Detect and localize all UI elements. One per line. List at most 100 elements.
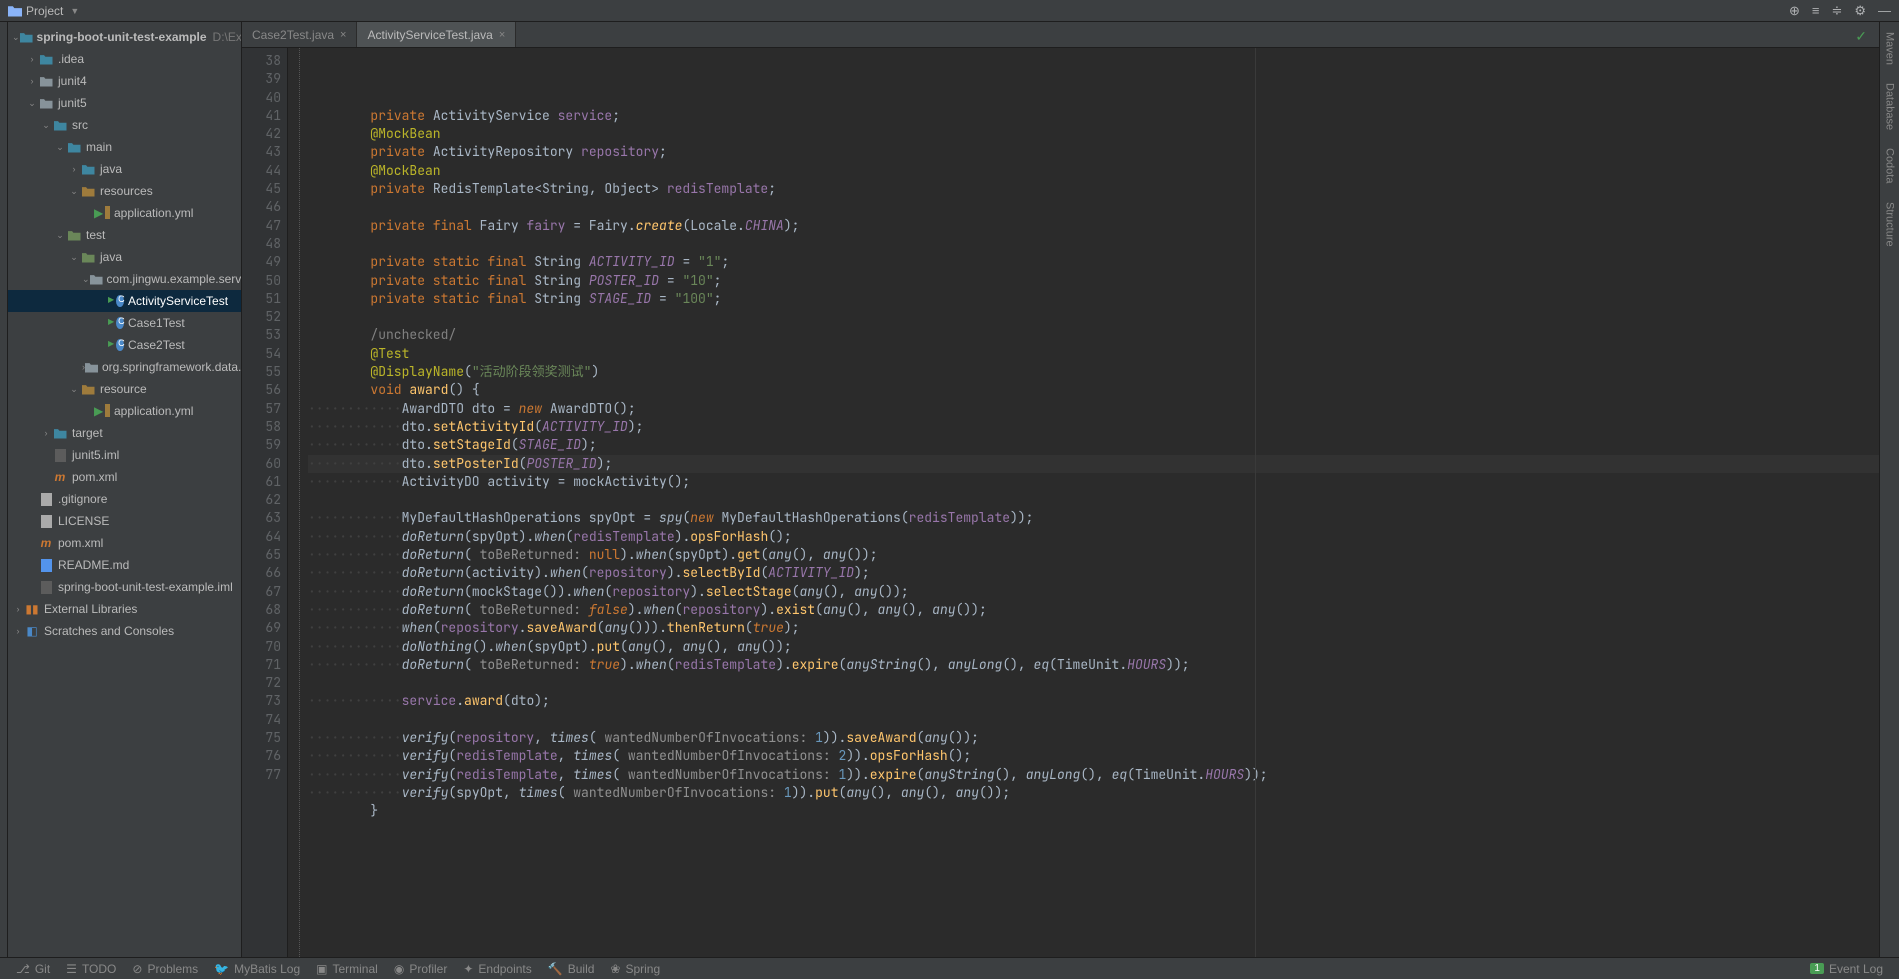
code-line[interactable]: ············dto.setPosterId(POSTER_ID);: [308, 455, 1879, 473]
event-log-button[interactable]: 1 Event Log: [1802, 962, 1891, 976]
code-line[interactable]: @MockBean: [308, 162, 1879, 180]
tree-toggle-icon[interactable]: ⌄: [54, 142, 66, 153]
tree-toggle-icon[interactable]: ›: [40, 428, 52, 438]
code-line[interactable]: private ActivityRepository repository;: [308, 143, 1879, 161]
tree-toggle-icon[interactable]: ⌄: [68, 186, 80, 197]
gear-icon[interactable]: ⚙: [1854, 3, 1866, 19]
tree-item[interactable]: LICENSE: [8, 510, 241, 532]
code-line[interactable]: private static final String ACTIVITY_ID …: [308, 253, 1879, 271]
tree-item[interactable]: junit5.iml: [8, 444, 241, 466]
code-line[interactable]: ············doReturn( toBeReturned: true…: [308, 656, 1879, 674]
inspection-ok-icon[interactable]: ✓: [1855, 22, 1879, 47]
tree-item[interactable]: ▶ActivityServiceTest: [8, 290, 241, 312]
code-line[interactable]: ············doNothing().when(spyOpt).put…: [308, 638, 1879, 656]
code-line[interactable]: ············doReturn( toBeReturned: null…: [308, 546, 1879, 564]
tree-item[interactable]: ⌄java: [8, 246, 241, 268]
code-line[interactable]: ············MyDefaultHashOperations spyO…: [308, 509, 1879, 527]
tree-item[interactable]: ⌄src: [8, 114, 241, 136]
chevron-right-icon[interactable]: ›: [12, 626, 24, 636]
code-line[interactable]: ············verify(redisTemplate, times(…: [308, 766, 1879, 784]
chevron-down-icon[interactable]: ⌄: [12, 32, 20, 43]
tree-item[interactable]: README.md: [8, 554, 241, 576]
code-line[interactable]: ············AwardDTO dto = new AwardDTO(…: [308, 400, 1879, 418]
tree-item[interactable]: ⌄junit5: [8, 92, 241, 114]
editor-tab[interactable]: Case2Test.java×: [242, 22, 357, 47]
code-line[interactable]: ············doReturn(mockStage()).when(r…: [308, 583, 1879, 601]
statusbar-item[interactable]: ✦Endpoints: [455, 962, 539, 976]
statusbar-item[interactable]: ⊘Problems: [124, 962, 206, 976]
right-tab-structure[interactable]: Structure: [1884, 198, 1896, 251]
tree-scratches[interactable]: › ◧ Scratches and Consoles: [8, 620, 241, 642]
tree-toggle-icon[interactable]: ⌄: [40, 120, 52, 131]
tree-toggle-icon[interactable]: ⌄: [26, 98, 38, 109]
tree-item[interactable]: ▶application.yml: [8, 202, 241, 224]
code-line[interactable]: private static final String STAGE_ID = "…: [308, 290, 1879, 308]
code-line[interactable]: ············doReturn(activity).when(repo…: [308, 564, 1879, 582]
tree-item[interactable]: ⌄resources: [8, 180, 241, 202]
statusbar-item[interactable]: ◉Profiler: [386, 962, 456, 976]
code-line[interactable]: ············doReturn(spyOpt).when(redisT…: [308, 528, 1879, 546]
code-line[interactable]: void award() {: [308, 381, 1879, 399]
tree-item[interactable]: spring-boot-unit-test-example.iml: [8, 576, 241, 598]
editor-tab[interactable]: ActivityServiceTest.java×: [357, 22, 516, 47]
code-line[interactable]: /unchecked/: [308, 326, 1879, 344]
code-line[interactable]: ············dto.setActivityId(ACTIVITY_I…: [308, 418, 1879, 436]
code-line[interactable]: ············verify(spyOpt, times( wanted…: [308, 784, 1879, 802]
tree-toggle-icon[interactable]: ⌄: [68, 252, 80, 263]
tree-toggle-icon[interactable]: ›: [26, 76, 38, 86]
tree-item[interactable]: ⌄main: [8, 136, 241, 158]
tree-item[interactable]: ›.idea: [8, 48, 241, 70]
code-line[interactable]: }: [308, 802, 1879, 820]
tree-item[interactable]: mpom.xml: [8, 466, 241, 488]
tree-toggle-icon[interactable]: ›: [26, 54, 38, 64]
right-tab-maven[interactable]: Maven: [1884, 28, 1896, 69]
hide-icon[interactable]: —: [1878, 3, 1891, 19]
tree-item[interactable]: ⌄resource: [8, 378, 241, 400]
close-icon[interactable]: ×: [340, 29, 346, 41]
chevron-right-icon[interactable]: ›: [12, 604, 24, 614]
code-line[interactable]: [308, 198, 1879, 216]
code-line[interactable]: ············doReturn( toBeReturned: fals…: [308, 601, 1879, 619]
statusbar-item[interactable]: ☰TODO: [58, 962, 124, 976]
code-line[interactable]: [308, 308, 1879, 326]
code-editor[interactable]: 3839404142434445464748495051525354555657…: [242, 48, 1879, 957]
statusbar-item[interactable]: 🔨Build: [540, 962, 603, 976]
tree-toggle-icon[interactable]: ⌄: [82, 274, 90, 285]
expand-icon[interactable]: ≑: [1831, 3, 1842, 19]
tree-toggle-icon[interactable]: ⌄: [54, 230, 66, 241]
code-line[interactable]: ············dto.setStageId(STAGE_ID);: [308, 436, 1879, 454]
tree-item[interactable]: ⌄test: [8, 224, 241, 246]
code-line[interactable]: private static final String POSTER_ID = …: [308, 272, 1879, 290]
code-line[interactable]: private final Fairy fairy = Fairy.create…: [308, 217, 1879, 235]
code-line[interactable]: [308, 711, 1879, 729]
tree-item[interactable]: ›java: [8, 158, 241, 180]
tree-item[interactable]: ⌄com.jingwu.example.service: [8, 268, 241, 290]
code-line[interactable]: [308, 820, 1879, 838]
tree-external-libraries[interactable]: › ▮▮ External Libraries: [8, 598, 241, 620]
code-line[interactable]: @DisplayName("活动阶段领奖测试"): [308, 363, 1879, 381]
tree-item[interactable]: ›junit4: [8, 70, 241, 92]
code-body[interactable]: private ActivityService service; @MockBe…: [300, 48, 1879, 957]
collapse-icon[interactable]: ≡: [1812, 3, 1820, 19]
statusbar-item[interactable]: ⎇Git: [8, 962, 58, 976]
code-line[interactable]: private RedisTemplate<String, Object> re…: [308, 180, 1879, 198]
code-line[interactable]: [308, 235, 1879, 253]
tree-item[interactable]: .gitignore: [8, 488, 241, 510]
tree-item[interactable]: ▶Case2Test: [8, 334, 241, 356]
tree-item[interactable]: ▶Case1Test: [8, 312, 241, 334]
right-tab-codota[interactable]: Codota: [1884, 144, 1896, 187]
code-line[interactable]: [308, 674, 1879, 692]
code-line[interactable]: [308, 491, 1879, 509]
close-icon[interactable]: ×: [499, 29, 505, 41]
project-dropdown[interactable]: Project ▼: [8, 4, 79, 18]
code-line[interactable]: ············ActivityDO activity = mockAc…: [308, 473, 1879, 491]
tree-item[interactable]: mpom.xml: [8, 532, 241, 554]
tree-item[interactable]: ›org.springframework.data.re: [8, 356, 241, 378]
code-line[interactable]: ············service.award(dto);: [308, 692, 1879, 710]
tree-item[interactable]: ›target: [8, 422, 241, 444]
target-icon[interactable]: ⊕: [1789, 3, 1800, 19]
statusbar-item[interactable]: ▣Terminal: [308, 962, 386, 976]
code-line[interactable]: ············verify(repository, times( wa…: [308, 729, 1879, 747]
statusbar-item[interactable]: ❀Spring: [602, 962, 668, 976]
code-line[interactable]: ············verify(redisTemplate, times(…: [308, 747, 1879, 765]
